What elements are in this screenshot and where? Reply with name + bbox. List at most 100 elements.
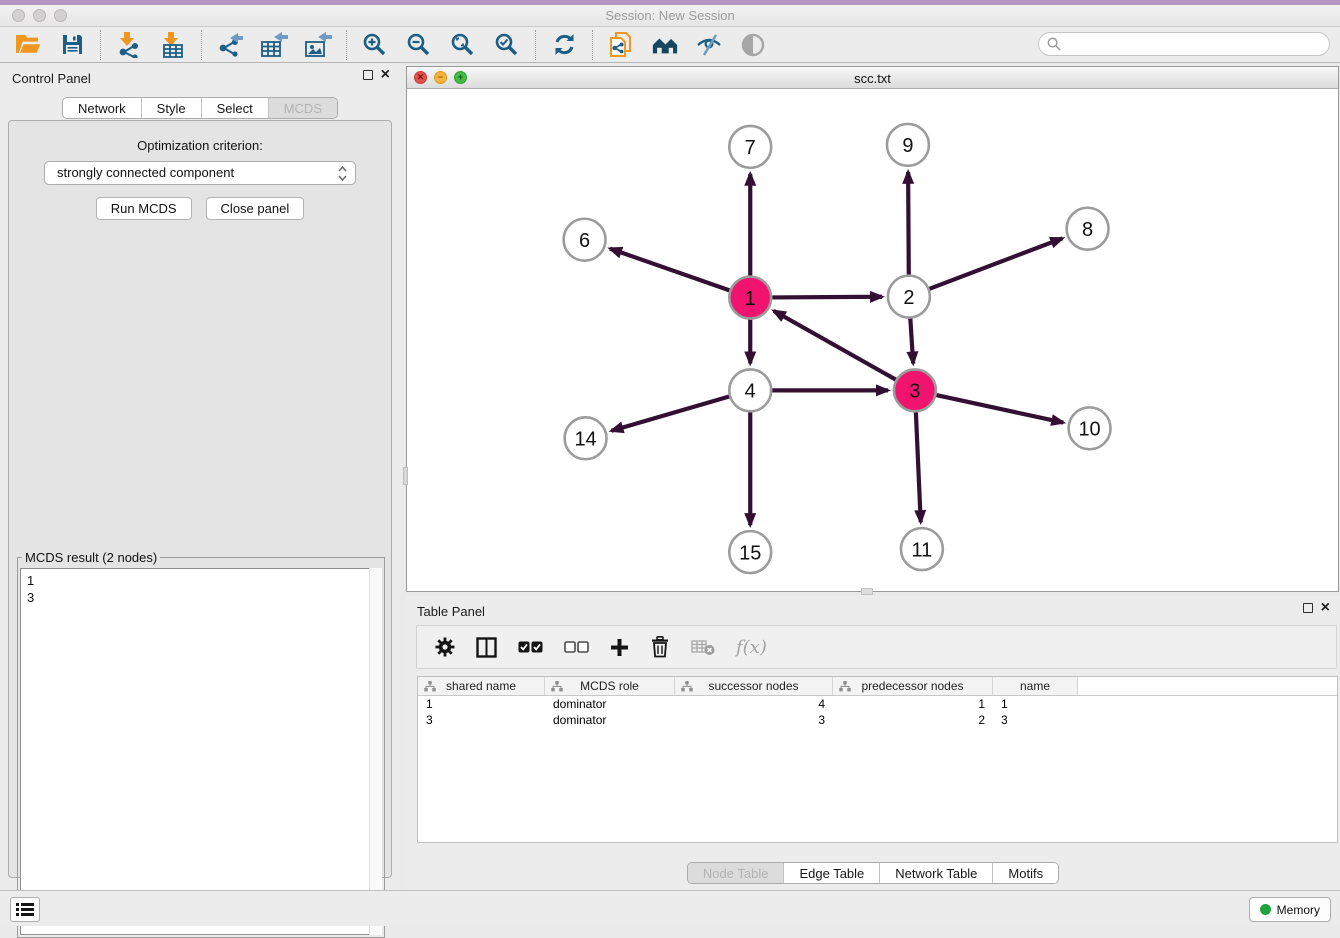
node-9[interactable]: 9 bbox=[887, 124, 929, 166]
edge-1-6[interactable] bbox=[610, 249, 730, 291]
mcds-result-fieldset: MCDS result (2 nodes) 1 3 bbox=[17, 557, 385, 938]
float-panel-icon[interactable] bbox=[363, 70, 373, 80]
svg-text:7: 7 bbox=[745, 137, 756, 159]
delete-column-trash-icon[interactable] bbox=[650, 636, 670, 658]
close-panel-icon[interactable]: × bbox=[381, 70, 390, 80]
float-table-panel-icon[interactable] bbox=[1303, 603, 1313, 613]
close-table-panel-icon[interactable]: × bbox=[1321, 603, 1330, 613]
tab-mcds[interactable]: MCDS bbox=[269, 98, 337, 118]
edge-2-9[interactable] bbox=[908, 172, 909, 275]
table-row[interactable]: 3dominator323 bbox=[418, 712, 1337, 728]
column-header-name[interactable]: name bbox=[993, 677, 1078, 695]
network-graph[interactable]: 7 9 6 8 1 2 4 3 14 10 15 11 bbox=[407, 89, 1338, 591]
tab-edge-table[interactable]: Edge Table bbox=[784, 863, 880, 883]
column-header-MCDS-role[interactable]: MCDS role bbox=[545, 677, 675, 695]
node-table[interactable]: shared name MCDS rolesuccessor nodesprede… bbox=[417, 676, 1338, 843]
optimization-criterion-select[interactable]: strongly connected component bbox=[44, 161, 356, 185]
network-canvas[interactable]: 7 9 6 8 1 2 4 3 14 10 15 11 bbox=[407, 89, 1338, 591]
svg-text:10: 10 bbox=[1078, 419, 1100, 441]
tab-node-table[interactable]: Node Table bbox=[688, 863, 785, 883]
node-15[interactable]: 15 bbox=[729, 531, 771, 573]
cell[interactable]: 1 bbox=[418, 696, 545, 712]
tab-network-table[interactable]: Network Table bbox=[880, 863, 993, 883]
tab-motifs[interactable]: Motifs bbox=[993, 863, 1058, 883]
deselect-all-checkboxes-icon[interactable] bbox=[564, 641, 589, 654]
open-folder-icon[interactable] bbox=[14, 31, 42, 59]
zoom-out-icon[interactable] bbox=[405, 31, 433, 59]
zoom-selected-icon[interactable] bbox=[493, 31, 521, 59]
table-row[interactable]: 1dominator411 bbox=[418, 696, 1337, 712]
node-8[interactable]: 8 bbox=[1067, 208, 1109, 250]
cell[interactable]: 1 bbox=[993, 696, 1078, 712]
node-table-header: shared name MCDS rolesuccessor nodesprede… bbox=[418, 677, 1337, 696]
column-header-predecessor-nodes[interactable]: predecessor nodes bbox=[833, 677, 993, 695]
tab-style[interactable]: Style bbox=[142, 98, 202, 118]
splitter-handle-vertical[interactable] bbox=[403, 467, 408, 485]
table-panel-title: Table Panel bbox=[417, 604, 485, 619]
hide-panels-eye-icon[interactable] bbox=[695, 31, 723, 59]
show-panels-eye-icon[interactable] bbox=[739, 31, 767, 59]
memory-button[interactable]: Memory bbox=[1249, 897, 1331, 922]
edge-4-14[interactable] bbox=[611, 397, 729, 431]
edge-3-10[interactable] bbox=[936, 395, 1063, 423]
import-network-icon[interactable] bbox=[115, 31, 143, 59]
save-session-icon[interactable] bbox=[58, 31, 86, 59]
close-panel-button[interactable]: Close panel bbox=[206, 197, 305, 220]
search-input[interactable] bbox=[1061, 37, 1329, 52]
column-label: shared name bbox=[446, 679, 516, 693]
column-header-successor-nodes[interactable]: successor nodes bbox=[675, 677, 833, 695]
table-settings-gear-icon[interactable] bbox=[435, 637, 455, 657]
cell[interactable]: 3 bbox=[675, 712, 833, 728]
clone-network-icon[interactable] bbox=[607, 31, 635, 59]
cell[interactable]: dominator bbox=[545, 712, 675, 728]
splitter-handle-horizontal[interactable] bbox=[861, 588, 873, 595]
export-table-icon[interactable] bbox=[260, 31, 288, 59]
svg-text:2: 2 bbox=[903, 287, 914, 309]
show-columns-icon[interactable] bbox=[476, 637, 497, 658]
node-14[interactable]: 14 bbox=[565, 417, 607, 459]
network-window-title: scc.txt bbox=[407, 71, 1338, 86]
node-6[interactable]: 6 bbox=[564, 219, 606, 261]
task-history-button[interactable] bbox=[10, 897, 40, 922]
node-3[interactable]: 3 bbox=[894, 369, 936, 411]
tab-select[interactable]: Select bbox=[202, 98, 269, 118]
column-header-shared-name[interactable]: shared name bbox=[418, 677, 545, 695]
control-panel-tabs: Network Style Select MCDS bbox=[62, 97, 338, 119]
import-table-icon[interactable] bbox=[159, 31, 187, 59]
cell[interactable]: 2 bbox=[833, 712, 993, 728]
home-layout-icon[interactable] bbox=[651, 31, 679, 59]
select-all-checkboxes-icon[interactable] bbox=[518, 641, 543, 654]
mcds-result-text[interactable]: 1 3 bbox=[20, 568, 382, 935]
node-4[interactable]: 4 bbox=[729, 369, 771, 411]
zoom-in-icon[interactable] bbox=[361, 31, 389, 59]
run-mcds-button[interactable]: Run MCDS bbox=[96, 197, 192, 220]
edge-2-3[interactable] bbox=[910, 318, 913, 363]
export-network-icon[interactable] bbox=[216, 31, 244, 59]
svg-text:9: 9 bbox=[902, 135, 913, 157]
memory-status-dot bbox=[1260, 904, 1271, 915]
export-image-icon[interactable] bbox=[304, 31, 332, 59]
node-11[interactable]: 11 bbox=[901, 528, 943, 570]
cell[interactable]: 3 bbox=[993, 712, 1078, 728]
toolbar-search[interactable] bbox=[1038, 32, 1330, 56]
cell[interactable]: 1 bbox=[833, 696, 993, 712]
app-titlebar: Session: New Session bbox=[0, 5, 1340, 27]
tab-network[interactable]: Network bbox=[63, 98, 142, 118]
node-2[interactable]: 2 bbox=[888, 276, 930, 318]
node-10[interactable]: 10 bbox=[1069, 407, 1111, 449]
refresh-icon[interactable] bbox=[550, 31, 578, 59]
network-window-titlebar[interactable]: ✕ − + scc.txt bbox=[407, 67, 1338, 89]
cell[interactable]: dominator bbox=[545, 696, 675, 712]
zoom-fit-icon[interactable] bbox=[449, 31, 477, 59]
edge-3-1[interactable] bbox=[774, 311, 896, 380]
edge-3-11[interactable] bbox=[916, 412, 921, 522]
cell[interactable]: 4 bbox=[675, 696, 833, 712]
edge-2-8[interactable] bbox=[929, 238, 1062, 288]
edge-1-2[interactable] bbox=[772, 297, 882, 298]
cell[interactable]: 3 bbox=[418, 712, 545, 728]
node-1[interactable]: 1 bbox=[729, 277, 771, 319]
mcds-result-legend: MCDS result (2 nodes) bbox=[22, 550, 160, 565]
node-7[interactable]: 7 bbox=[729, 126, 771, 168]
result-scrollbar[interactable] bbox=[369, 568, 382, 935]
add-column-plus-icon[interactable] bbox=[610, 638, 629, 657]
